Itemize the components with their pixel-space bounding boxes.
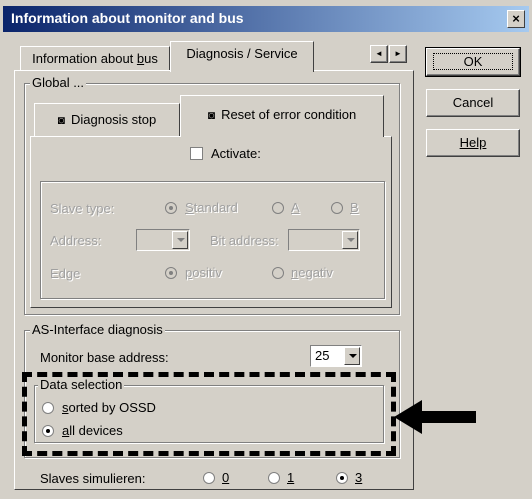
monitor-base-address-label: Monitor base address: <box>40 350 169 365</box>
slave-type-a-label: A <box>291 200 300 215</box>
tab-reset-error-condition[interactable]: ◙ Reset of error condition <box>180 95 384 137</box>
slaves-1-label: 1 <box>287 470 295 485</box>
edge-label: Edge <box>50 266 81 281</box>
window-title: Information about monitor and bus <box>11 10 244 26</box>
monitor-base-address-select[interactable]: 25 <box>310 345 362 367</box>
bit-address-label: Bit address: <box>210 233 279 248</box>
chevron-down-icon <box>172 231 188 249</box>
tab-scroll-left-icon[interactable]: ◄ <box>370 45 388 63</box>
slaves-0-label: 0 <box>222 470 230 485</box>
tab-diagnosis-stop-label: Diagnosis stop <box>70 112 157 127</box>
global-group-label: Global ... <box>30 75 87 90</box>
tab-label: Information about <box>32 51 137 66</box>
reset-icon: ◙ <box>207 108 216 122</box>
edge-negativ-label: negativ <box>291 265 333 280</box>
chevron-down-icon <box>342 231 358 249</box>
slaves-1-radio[interactable] <box>268 472 280 484</box>
chevron-down-icon <box>344 347 360 365</box>
cancel-button[interactable]: Cancel <box>426 89 520 117</box>
title-bar: Information about monitor and bus × <box>3 6 529 32</box>
activate-label: Activate: <box>211 146 261 161</box>
slave-type-label: Slave type: <box>50 201 115 216</box>
ok-button[interactable]: OK <box>425 47 521 77</box>
slave-type-b-label: B <box>350 200 359 215</box>
edge-positiv-radio[interactable] <box>165 267 177 279</box>
tab-scroll-right-icon[interactable]: ► <box>389 45 407 63</box>
tab-diagnosis-stop[interactable]: ◙ Diagnosis stop <box>34 103 180 137</box>
dialog-window: Information about monitor and bus × OK C… <box>0 0 532 499</box>
address-label: Address: <box>50 233 102 248</box>
help-label: Help <box>459 135 487 150</box>
slaves-0-radio[interactable] <box>203 472 215 484</box>
slave-type-standard-radio[interactable] <box>165 202 177 214</box>
activate-checkbox[interactable] <box>190 147 203 160</box>
monitor-base-address-value: 25 <box>315 348 330 363</box>
tab-information-about-bus[interactable]: Information about bus <box>20 46 170 70</box>
slave-type-a-radio[interactable] <box>272 202 284 214</box>
asi-diagnosis-label: AS-Interface diagnosis <box>30 322 165 337</box>
ok-label: OK <box>432 53 514 70</box>
tab-label-rest: us <box>144 51 158 66</box>
highlight-dashed-box <box>22 372 396 456</box>
arrow-left-icon <box>394 400 476 434</box>
diagnosis-stop-icon: ◙ <box>57 113 65 127</box>
edge-positiv-label: positiv <box>185 265 222 280</box>
slave-type-b-radio[interactable] <box>331 202 343 214</box>
help-button[interactable]: Help <box>426 129 520 157</box>
slaves-3-label: 3 <box>355 470 363 485</box>
slave-type-standard-label: Standard <box>185 200 238 215</box>
edge-negativ-radio[interactable] <box>272 267 284 279</box>
close-icon[interactable]: × <box>507 10 525 28</box>
slaves-simulieren-label: Slaves simulieren: <box>40 471 146 486</box>
address-select[interactable] <box>136 229 190 251</box>
tab-reset-label: Reset of error condition <box>221 107 357 122</box>
bit-address-select[interactable] <box>288 229 360 251</box>
tab-diagnosis-service[interactable]: Diagnosis / Service <box>170 41 314 72</box>
slaves-3-radio[interactable] <box>336 472 348 484</box>
